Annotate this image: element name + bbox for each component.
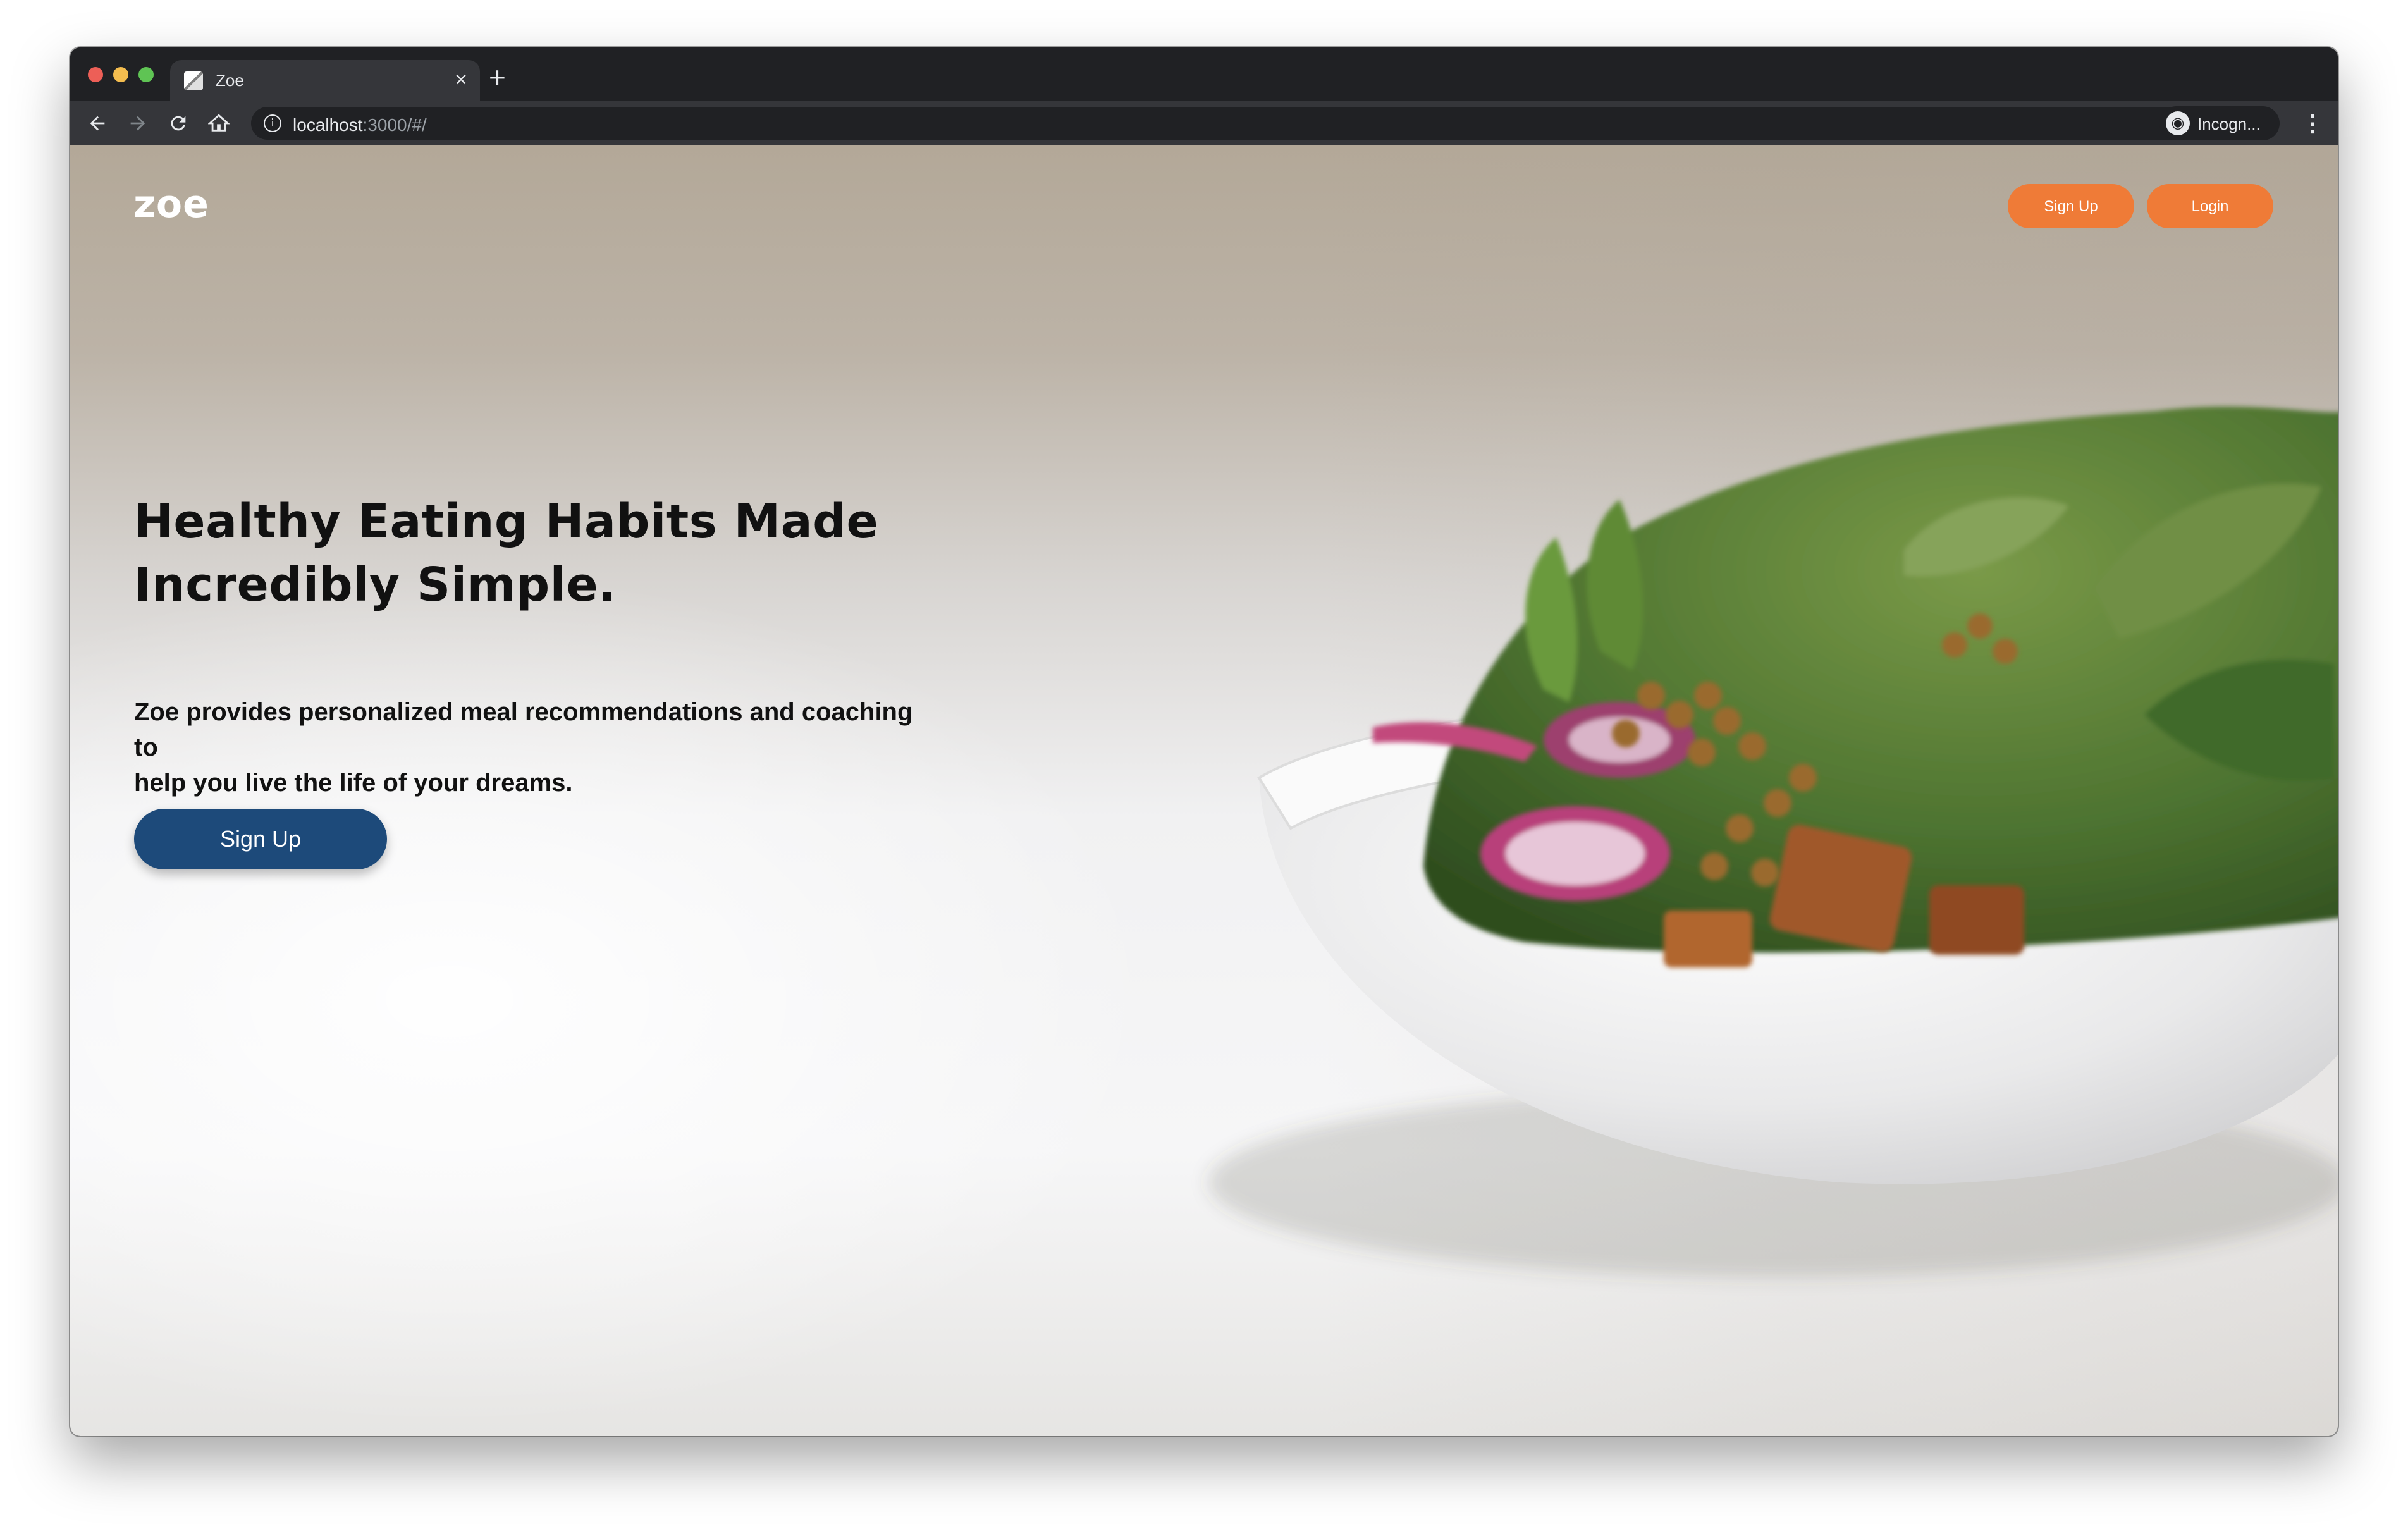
- address-bar[interactable]: i localhost:3000/#/ ☆: [251, 107, 2234, 140]
- browser-toolbar: i localhost:3000/#/ ☆ ◉ Incogn... ⋮: [70, 101, 2338, 145]
- back-arrow-icon[interactable]: [82, 106, 113, 140]
- maximize-window-button[interactable]: [138, 67, 154, 82]
- tab-title: Zoe: [216, 71, 244, 90]
- page-viewport: zoe Sign Up Login Healthy Eating Habits …: [70, 145, 2338, 1436]
- url-text[interactable]: localhost:3000/#/: [293, 115, 427, 135]
- hero-title-line1: Healthy Eating Habits Made: [134, 494, 879, 549]
- tab-close-icon[interactable]: ×: [455, 67, 467, 92]
- url-path: :3000/#/: [362, 115, 427, 135]
- nav-login-button[interactable]: Login: [2147, 184, 2273, 228]
- profile-label: Incogn...: [2197, 114, 2261, 133]
- hero-title: Healthy Eating Habits Made Incredibly Si…: [134, 490, 956, 617]
- site-logo[interactable]: zoe: [133, 182, 209, 226]
- nav-signup-button[interactable]: Sign Up: [2008, 184, 2134, 228]
- browser-titlebar: Zoe × +: [70, 47, 2338, 101]
- browser-window: Zoe × + i localhost:3000/#/ ☆ ◉ Incogn..…: [70, 47, 2338, 1436]
- forward-arrow-icon[interactable]: [122, 106, 154, 140]
- info-icon[interactable]: i: [264, 114, 281, 132]
- reload-icon[interactable]: [163, 106, 194, 140]
- hero-subtitle: Zoe provides personalized meal recommend…: [134, 694, 918, 801]
- profile-button[interactable]: ◉ Incogn...: [2159, 106, 2280, 140]
- hero-subtitle-line1: Zoe provides personalized meal recommend…: [134, 698, 913, 761]
- hero-signup-button[interactable]: Sign Up: [134, 809, 387, 869]
- tab-zoe[interactable]: Zoe ×: [170, 60, 480, 101]
- new-tab-button[interactable]: +: [489, 61, 506, 93]
- hero-subtitle-line2: help you live the life of your dreams.: [134, 769, 573, 797]
- home-icon[interactable]: [203, 106, 235, 140]
- kebab-menu-icon[interactable]: ⋮: [2301, 106, 2324, 140]
- close-window-button[interactable]: [88, 67, 103, 82]
- hero-title-line2: Incredibly Simple.: [134, 558, 617, 612]
- incognito-icon: ◉: [2166, 111, 2190, 135]
- minimize-window-button[interactable]: [113, 67, 128, 82]
- url-host: localhost: [293, 115, 363, 135]
- favicon-icon: [184, 71, 203, 90]
